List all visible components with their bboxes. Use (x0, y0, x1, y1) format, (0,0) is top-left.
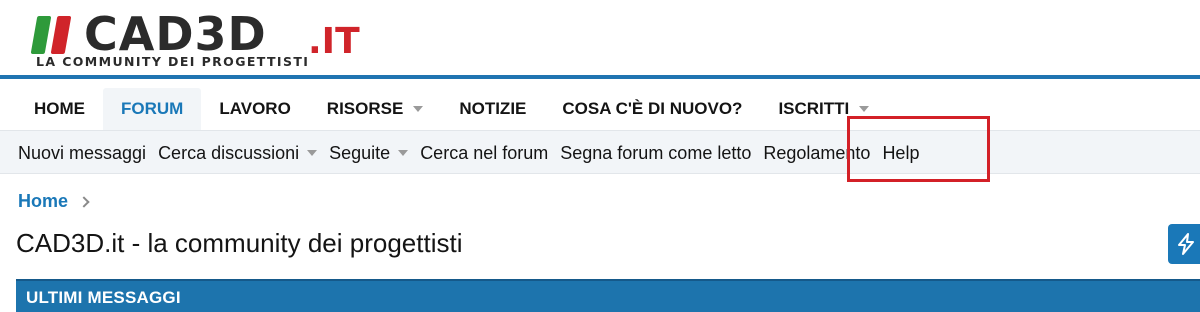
site-header: CAD3D .IT LA COMMUNITY DEI PROGETTISTI (0, 0, 1200, 78)
page-title: CAD3D.it - la community dei progettisti (16, 228, 463, 258)
nav-item-label: LAVORO (219, 99, 291, 118)
highlight-annotation-box (847, 116, 990, 182)
quick-action-button[interactable] (1168, 224, 1200, 264)
sub-nav: Nuovi messaggi Cerca discussioni Seguite… (0, 130, 1200, 174)
header-accent-line (0, 75, 1200, 79)
logo-name: CAD3D (84, 7, 267, 61)
dropdown-caret-icon[interactable] (859, 106, 870, 112)
nav-item-label: HOME (34, 99, 85, 118)
nav-item-label: ISCRITTI (778, 99, 850, 118)
nav-item-risorse[interactable]: RISORSE (309, 88, 442, 130)
nav-item-forum[interactable]: FORUM (103, 88, 202, 130)
nav-item-whats-new[interactable]: COSA C'È DI NUOVO? (544, 88, 760, 130)
subnav-item-label: Nuovi messaggi (18, 142, 147, 163)
sub-nav-items: Nuovi messaggi Cerca discussioni Seguite… (12, 131, 925, 175)
logo-tagline: LA COMMUNITY DEI PROGETTISTI (36, 54, 310, 69)
subnav-watched[interactable]: Seguite (323, 131, 414, 175)
nav-item-home[interactable]: HOME (16, 88, 103, 130)
subnav-search-threads[interactable]: Cerca discussioni (152, 131, 323, 175)
nav-item-label: FORUM (121, 99, 184, 118)
subnav-item-label: Seguite (329, 142, 391, 163)
subnav-item-label: Cerca discussioni (158, 142, 300, 163)
latest-posts-block-header[interactable]: ULTIMI MESSAGGI (16, 279, 1200, 312)
primary-nav: HOME FORUM LAVORO RISORSE NOTIZIE COSA C… (16, 88, 887, 130)
dropdown-caret-icon[interactable] (413, 106, 424, 112)
dropdown-caret-icon[interactable] (307, 150, 318, 156)
nav-item-label: NOTIZIE (459, 99, 527, 118)
dropdown-caret-icon[interactable] (398, 150, 409, 156)
nav-item-label: COSA C'È DI NUOVO? (562, 99, 743, 118)
subnav-mark-read[interactable]: Segna forum come letto (554, 131, 757, 175)
chevron-right-icon (78, 195, 90, 208)
nav-item-lavoro[interactable]: LAVORO (201, 88, 308, 130)
lightning-bolt-icon (1178, 233, 1194, 255)
breadcrumb-home-link[interactable]: Home (18, 191, 68, 212)
subnav-item-label: Segna forum come letto (560, 142, 752, 163)
logo-suffix: .IT (308, 21, 360, 62)
subnav-search-forum[interactable]: Cerca nel forum (414, 131, 554, 175)
logo-green-bar (30, 16, 52, 54)
logo-red-bar (50, 16, 72, 54)
subnav-new-posts[interactable]: Nuovi messaggi (12, 131, 152, 175)
site-logo[interactable]: CAD3D .IT LA COMMUNITY DEI PROGETTISTI (30, 7, 372, 74)
subnav-item-label: Cerca nel forum (420, 142, 549, 163)
nav-item-label: RISORSE (326, 99, 404, 118)
nav-item-notizie[interactable]: NOTIZIE (441, 88, 544, 130)
block-header-title: ULTIMI MESSAGGI (26, 288, 181, 307)
logo-flag-bars (30, 16, 82, 56)
breadcrumb: Home (18, 191, 90, 212)
